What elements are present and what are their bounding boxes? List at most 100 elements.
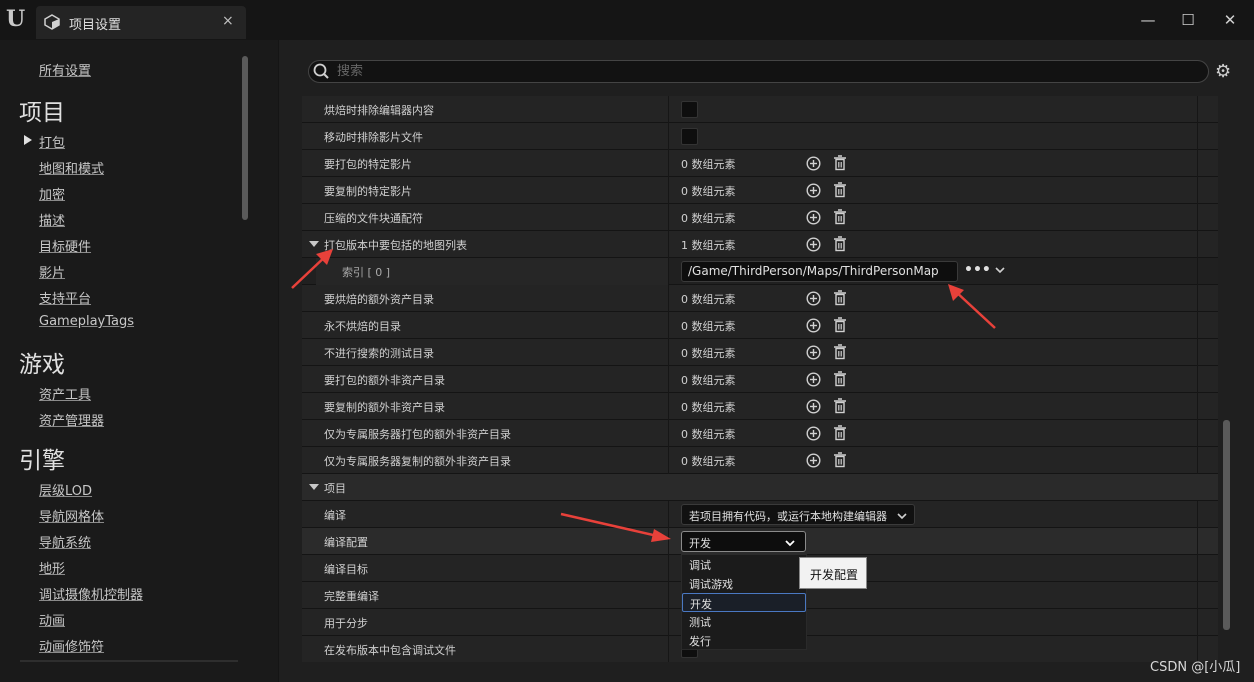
array-count: 0 数组元素 — [681, 428, 736, 441]
sidebar-item-asset-tools[interactable]: 资产工具 — [39, 384, 91, 403]
sidebar-item-navmesh[interactable]: 导航网格体 — [39, 506, 104, 525]
close-window-button[interactable]: ✕ — [1220, 10, 1240, 30]
maximize-button[interactable]: ☐ — [1178, 10, 1198, 30]
add-element-icon[interactable] — [806, 372, 821, 387]
array-count: 0 数组元素 — [681, 293, 736, 306]
expand-arrow-icon[interactable] — [309, 484, 319, 490]
table-row: 压缩的文件块通配符 0 数组元素 — [302, 204, 1218, 231]
chevron-down-icon[interactable] — [994, 264, 1006, 276]
sidebar-item-navigation-system[interactable]: 导航系统 — [39, 532, 91, 551]
watermark: CSDN @[小瓜] — [1150, 660, 1241, 675]
trash-icon[interactable] — [833, 290, 847, 306]
add-element-icon[interactable] — [806, 210, 821, 225]
trash-icon[interactable] — [833, 452, 847, 468]
more-options-icon[interactable]: ••• — [964, 262, 991, 278]
exclude-editor-content-checkbox[interactable] — [681, 101, 698, 118]
option-debug-game[interactable]: 调试游戏 — [682, 574, 806, 593]
sidebar-item-all-settings[interactable]: 所有设置 — [39, 60, 91, 79]
table-row: 打包版本中要包括的地图列表 1 数组元素 — [302, 231, 1218, 258]
array-count: 0 数组元素 — [681, 185, 736, 198]
table-row: 编译 若项目拥有代码，或运行本地构建编辑器 — [302, 501, 1218, 528]
trash-icon[interactable] — [833, 398, 847, 414]
sidebar-scrollbar[interactable] — [242, 56, 248, 220]
array-count: 0 数组元素 — [681, 347, 736, 360]
trash-icon[interactable] — [833, 371, 847, 387]
project-settings-icon — [44, 14, 60, 30]
add-element-icon[interactable] — [806, 426, 821, 441]
minimize-button[interactable]: — — [1138, 10, 1158, 30]
details-scrollbar[interactable] — [1223, 420, 1230, 630]
property-label: 压缩的文件块通配符 — [324, 212, 423, 225]
sidebar-item-animation[interactable]: 动画 — [39, 610, 65, 629]
property-label: 在发布版本中包含调试文件 — [324, 644, 456, 657]
option-debug[interactable]: 调试 — [682, 555, 806, 574]
trash-icon[interactable] — [833, 236, 847, 252]
tab-project-settings[interactable]: 项目设置 × — [36, 6, 246, 39]
tab-close-button[interactable]: × — [222, 13, 234, 29]
table-row: 移动时排除影片文件 — [302, 123, 1218, 150]
sidebar-item-maps-modes[interactable]: 地图和模式 — [39, 158, 104, 177]
sidebar-item-target-hardware[interactable]: 目标硬件 — [39, 236, 91, 255]
sidebar-item-animation-modifiers[interactable]: 动画修饰符 — [39, 636, 104, 655]
add-element-icon[interactable] — [806, 183, 821, 198]
build-config-dropdown: 调试 调试游戏 开发 测试 发行 — [681, 554, 807, 650]
property-label: 移动时排除影片文件 — [324, 131, 423, 144]
table-row: 索引 [ 0 ] /Game/ThirdPerson/Maps/ThirdPer… — [302, 258, 1218, 285]
property-label: 打包版本中要包括的地图列表 — [324, 239, 467, 252]
table-row: 编译配置 开发 — [302, 528, 1218, 555]
sidebar-item-asset-manager[interactable]: 资产管理器 — [39, 410, 104, 429]
build-config-value: 开发 — [689, 537, 711, 550]
array-count: 0 数组元素 — [681, 455, 736, 468]
unreal-logo-icon[interactable]: U — [6, 6, 32, 32]
add-element-icon[interactable] — [806, 318, 821, 333]
option-development[interactable]: 开发 — [682, 593, 806, 612]
exclude-movies-checkbox[interactable] — [681, 128, 698, 145]
trash-icon[interactable] — [833, 344, 847, 360]
option-shipping[interactable]: 发行 — [682, 631, 806, 650]
search-input[interactable] — [337, 63, 1197, 80]
sidebar-item-crypto[interactable]: 加密 — [39, 184, 65, 203]
sidebar-item-movies[interactable]: 影片 — [39, 262, 65, 281]
build-combo-value: 若项目拥有代码，或运行本地构建编辑器 — [689, 510, 887, 523]
tab-label: 项目设置 — [69, 18, 122, 33]
map-path-field[interactable]: /Game/ThirdPerson/Maps/ThirdPersonMap — [681, 261, 958, 282]
array-count: 0 数组元素 — [681, 401, 736, 414]
table-row: 仅为专属服务器打包的额外非资产目录 0 数组元素 — [302, 420, 1218, 447]
sidebar-item-debug-camera[interactable]: 调试摄像机控制器 — [39, 584, 143, 603]
sidebar-item-gameplaytags[interactable]: GameplayTags — [39, 314, 134, 329]
trash-icon[interactable] — [833, 317, 847, 333]
add-element-icon[interactable] — [806, 399, 821, 414]
sidebar-item-hlod[interactable]: 层级LOD — [39, 480, 92, 499]
trash-icon[interactable] — [833, 182, 847, 198]
sidebar-divider — [20, 660, 238, 662]
sidebar-item-supported-platforms[interactable]: 支持平台 — [39, 288, 91, 307]
trash-icon[interactable] — [833, 155, 847, 171]
property-label: 烘焙时排除编辑器内容 — [324, 104, 434, 117]
gear-icon[interactable]: ⚙ — [1215, 63, 1233, 81]
property-label: 仅为专属服务器复制的额外非资产目录 — [324, 455, 511, 468]
trash-icon[interactable] — [833, 425, 847, 441]
add-element-icon[interactable] — [806, 345, 821, 360]
add-element-icon[interactable] — [806, 237, 821, 252]
table-row: 要复制的额外非资产目录 0 数组元素 — [302, 393, 1218, 420]
array-count: 0 数组元素 — [681, 374, 736, 387]
table-row: 要打包的额外非资产目录 0 数组元素 — [302, 366, 1218, 393]
property-label: 编译 — [324, 509, 346, 522]
property-label: 要打包的特定影片 — [324, 158, 412, 171]
trash-icon[interactable] — [833, 209, 847, 225]
add-element-icon[interactable] — [806, 156, 821, 171]
category-row-project[interactable]: 项目 — [302, 474, 1218, 501]
property-label: 编译目标 — [324, 563, 368, 576]
active-item-arrow-icon — [24, 135, 32, 145]
build-combo[interactable]: 若项目拥有代码，或运行本地构建编辑器 — [681, 504, 915, 525]
add-element-icon[interactable] — [806, 453, 821, 468]
sidebar-item-description[interactable]: 描述 — [39, 210, 65, 229]
search-box[interactable] — [308, 60, 1209, 83]
build-config-combo[interactable]: 开发 — [681, 531, 806, 552]
option-test[interactable]: 测试 — [682, 612, 806, 631]
sidebar-item-landscape[interactable]: 地形 — [39, 558, 65, 577]
sidebar-item-packaging[interactable]: 打包 — [39, 132, 65, 151]
add-element-icon[interactable] — [806, 291, 821, 306]
chevron-down-icon — [785, 540, 795, 547]
property-label: 要烘焙的额外资产目录 — [324, 293, 434, 306]
